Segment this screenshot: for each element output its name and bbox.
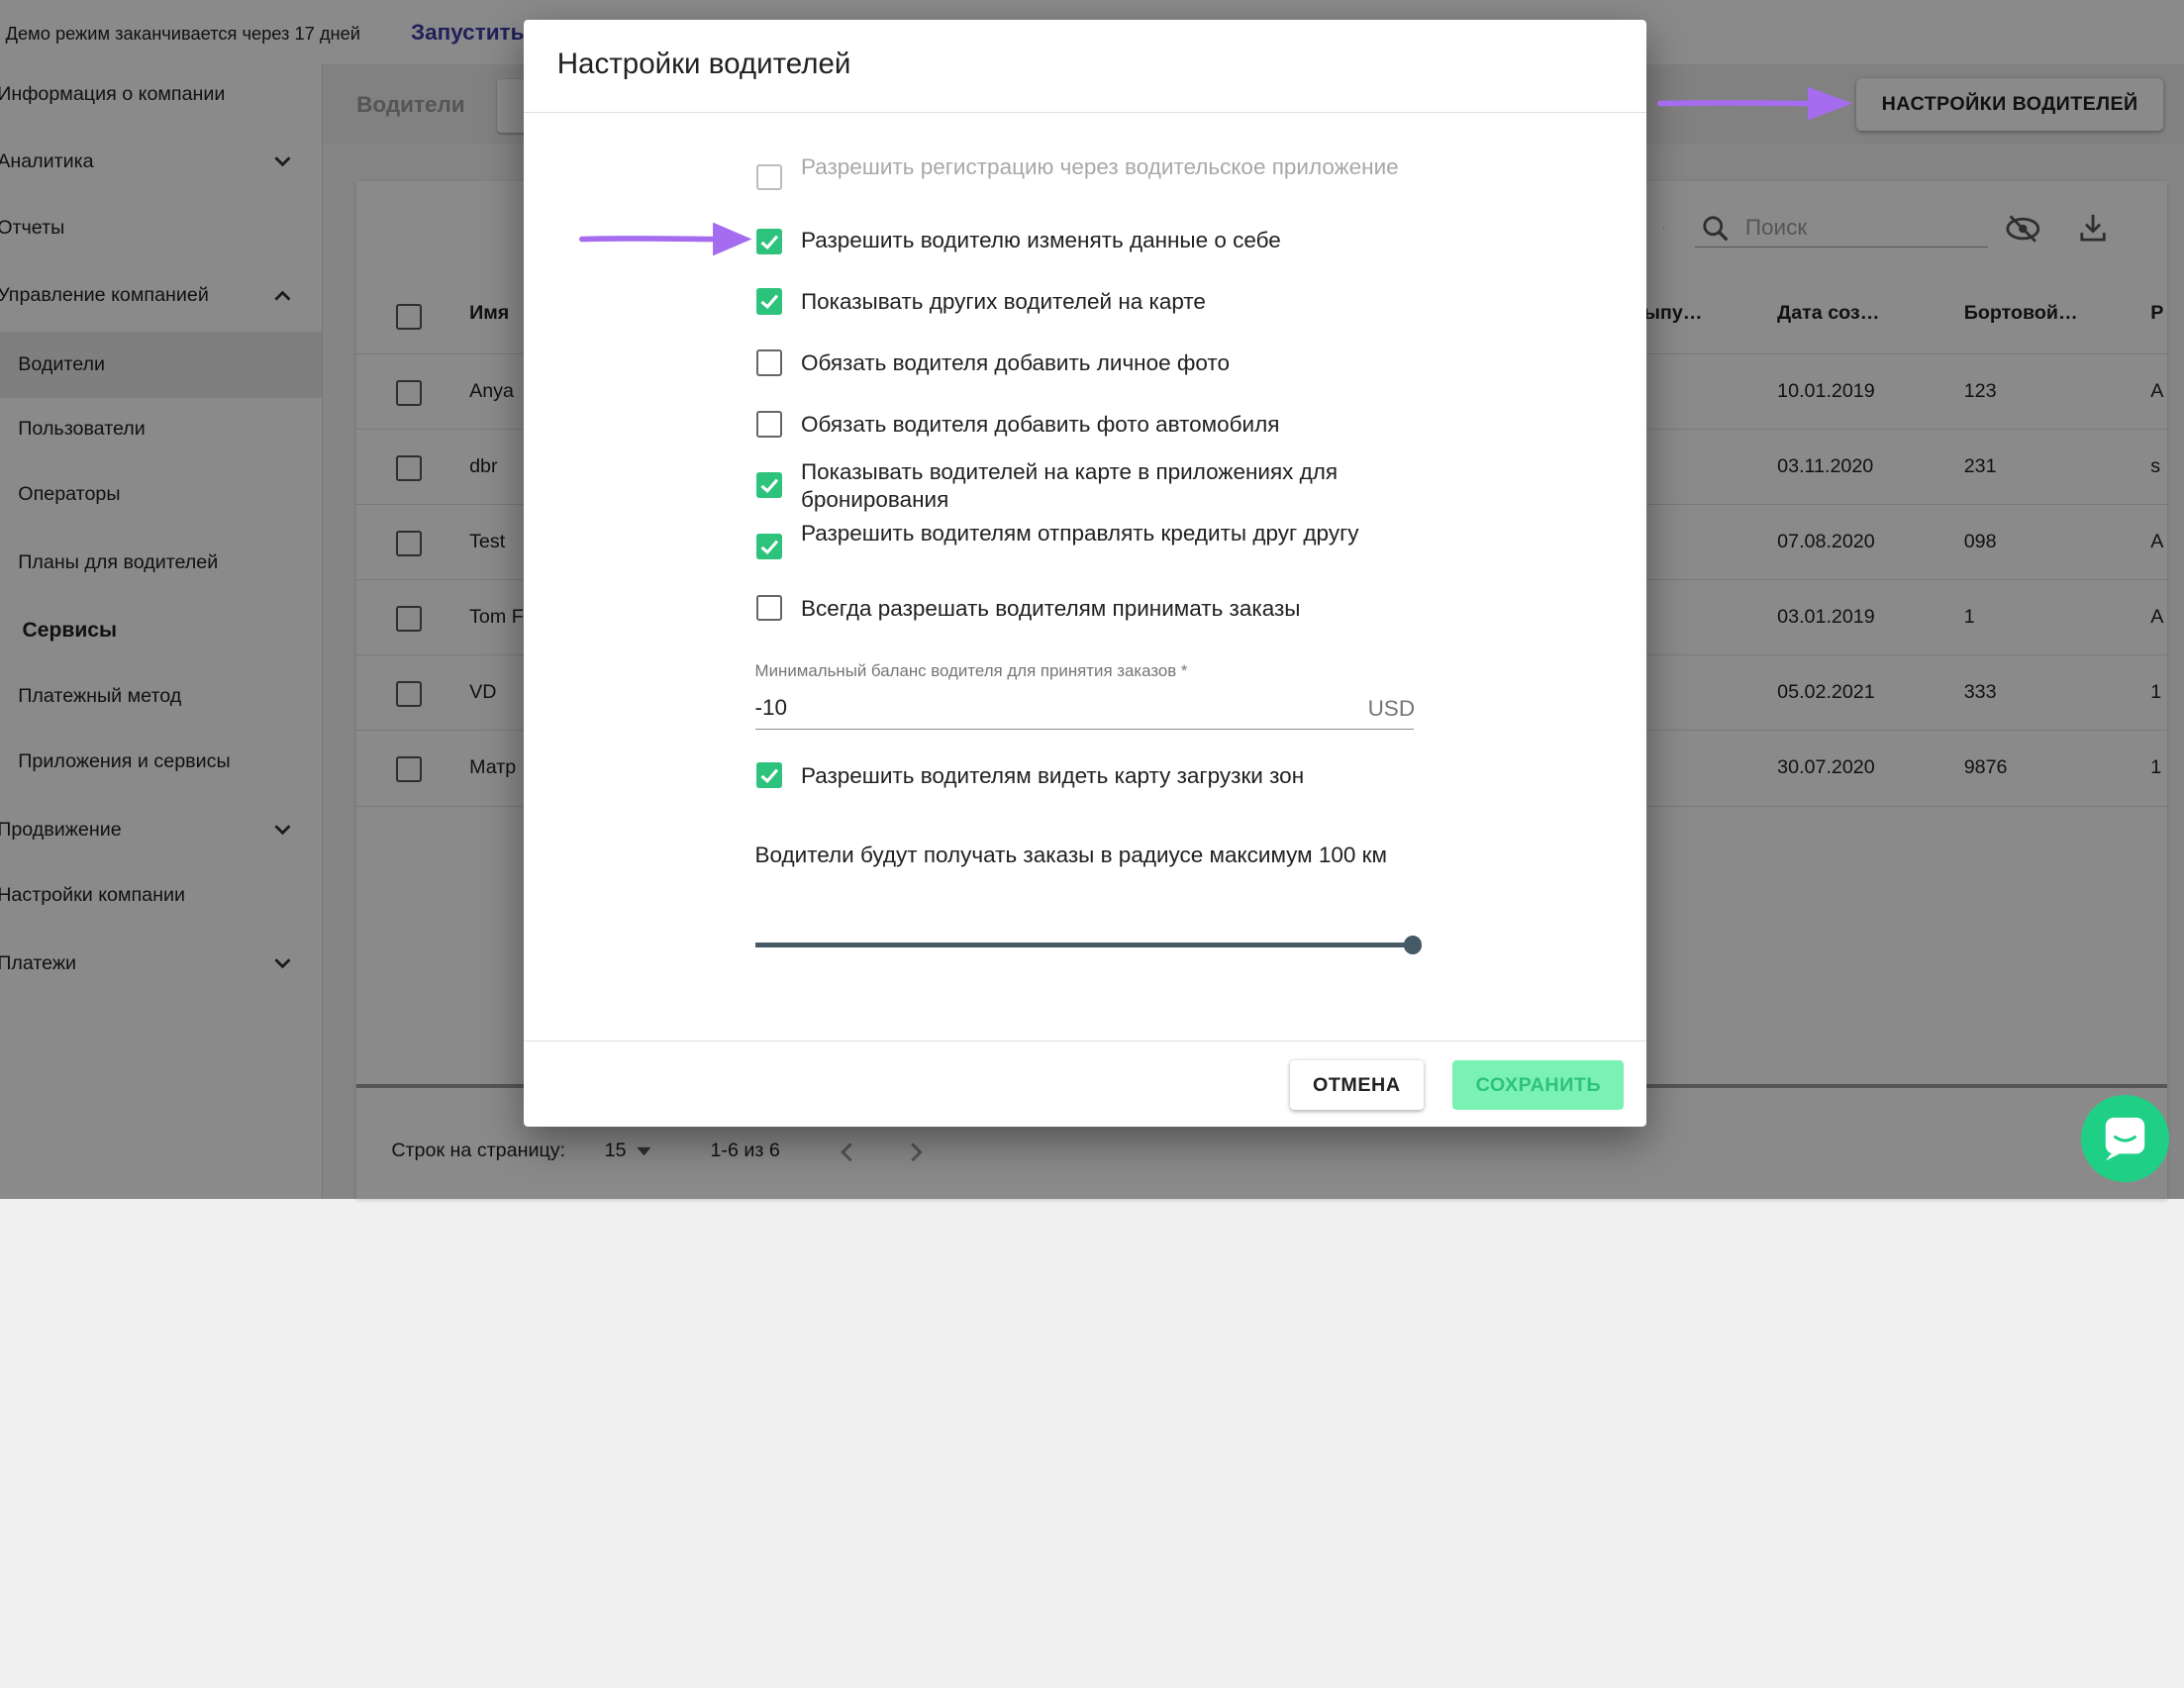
option-always-accept-orders[interactable]: Всегда разрешать водителям принимать зак…	[755, 593, 1410, 627]
radius-slider-thumb[interactable]	[1404, 936, 1423, 954]
dialog-divider	[523, 1040, 1646, 1043]
check-icon	[760, 294, 779, 310]
radius-slider-track[interactable]	[754, 943, 1414, 947]
min-balance-underline	[754, 728, 1414, 731]
option-label: Разрешить регистрацию через водительское…	[800, 153, 1399, 179]
option-checkbox[interactable]	[755, 471, 783, 499]
option-allow-edit-profile[interactable]: Разрешить водителю изменять данные о себ…	[755, 226, 1410, 259]
option-label: Показывать водителей на карте в приложен…	[800, 458, 1339, 512]
cancel-button[interactable]: ОТМЕНА	[1289, 1059, 1424, 1111]
option-show-on-booking-map[interactable]: Показывать водителей на карте в приложен…	[755, 458, 1410, 514]
check-icon	[760, 540, 779, 554]
save-button[interactable]: СОХРАНИТЬ	[1452, 1059, 1625, 1111]
app-root: Демо режим заканчивается через 17 дней З…	[0, 0, 2184, 1688]
option-checkbox[interactable]	[755, 288, 783, 315]
check-icon	[760, 768, 779, 783]
arrow-pointer-icon	[1657, 86, 1853, 120]
option-label: Разрешить водителям видеть карту загрузк…	[800, 762, 1305, 788]
min-balance-label: Минимальный баланс водителя для принятия…	[754, 661, 1188, 681]
option-checkbox[interactable]	[755, 228, 783, 255]
chat-icon	[2106, 1117, 2145, 1160]
option-label: Обязать водителя добавить личное фото	[800, 350, 1230, 376]
option-checkbox[interactable]	[755, 411, 783, 438]
app-frame: Демо режим заканчивается через 17 дней З…	[0, 0, 2184, 1200]
radius-description: Водители будут получать заказы в радиусе…	[754, 842, 1387, 867]
dialog-title: Настройки водителей	[556, 47, 851, 80]
option-require-car-photo[interactable]: Обязать водителя добавить фото автомобил…	[755, 410, 1410, 444]
option-checkbox[interactable]	[755, 349, 783, 376]
option-label: Разрешить водителям отправлять кредиты д…	[800, 520, 1359, 546]
check-icon	[760, 478, 779, 493]
dialog-divider	[523, 111, 1646, 113]
option-checkbox[interactable]	[755, 533, 783, 560]
check-icon	[760, 235, 779, 249]
option-checkbox[interactable]	[755, 594, 783, 622]
arrow-pointer-icon	[579, 223, 752, 256]
driver-settings-dialog: Настройки водителей Разрешить регистраци…	[523, 19, 1646, 1128]
option-checkbox[interactable]	[755, 761, 783, 789]
option-zone-load-map[interactable]: Разрешить водителям видеть карту загрузк…	[755, 760, 1410, 794]
option-allow-registration[interactable]: Разрешить регистрацию через водительское…	[755, 153, 1410, 209]
option-allow-credit-transfer[interactable]: Разрешить водителям отправлять кредиты д…	[755, 520, 1410, 575]
min-balance-unit: USD	[1367, 696, 1416, 722]
option-checkbox[interactable]	[755, 163, 783, 191]
option-label: Показывать других водителей на карте	[800, 289, 1206, 315]
option-show-other-drivers[interactable]: Показывать других водителей на карте	[755, 287, 1410, 321]
min-balance-input[interactable]: -10	[755, 695, 788, 721]
chat-launcher-button[interactable]	[2080, 1094, 2169, 1183]
option-require-personal-photo[interactable]: Обязать водителя добавить личное фото	[755, 348, 1410, 382]
option-label: Всегда разрешать водителям принимать зак…	[800, 595, 1301, 621]
option-label: Обязать водителя добавить фото автомобил…	[800, 412, 1280, 438]
option-label: Разрешить водителю изменять данные о себ…	[800, 228, 1281, 253]
